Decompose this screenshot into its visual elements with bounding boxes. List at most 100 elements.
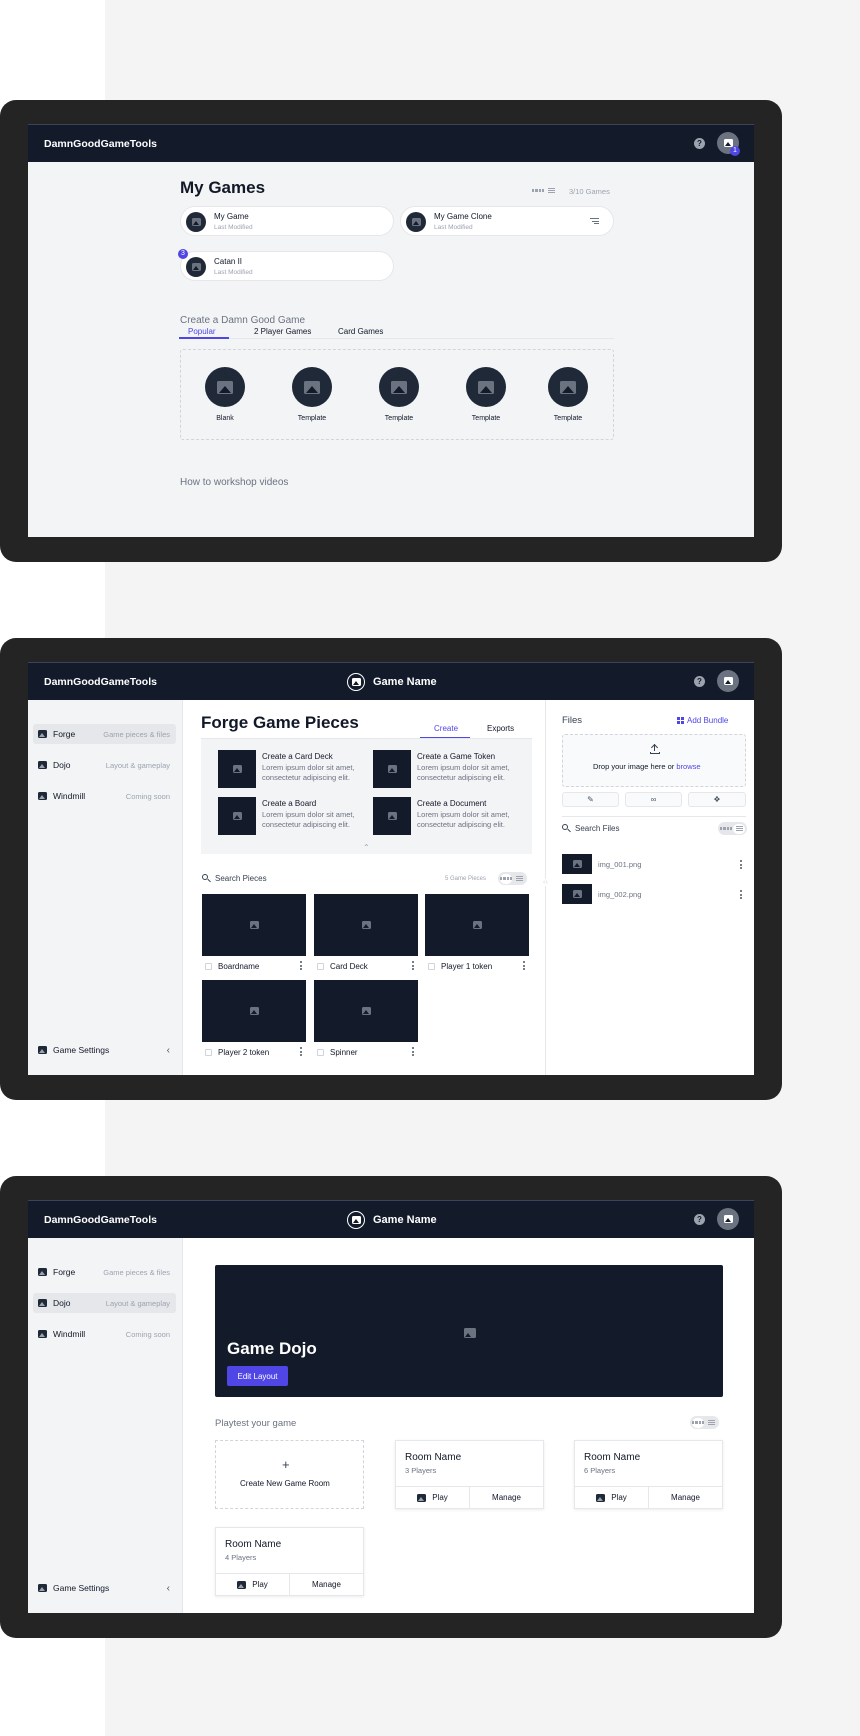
create-room-button[interactable]: + Create New Game Room [215,1440,364,1509]
edit-layout-button[interactable]: Edit Layout [227,1366,288,1386]
dropbox-button[interactable]: ❖ [688,792,746,807]
sidebar-item-dojo[interactable]: Dojo Layout & gameplay [33,755,176,775]
more-icon[interactable] [740,860,742,869]
browse-link[interactable]: browse [676,762,700,771]
brand-logo[interactable]: DamnGoodGameTools [44,138,157,150]
template-blank[interactable]: Blank [195,367,255,422]
grid-view-icon[interactable] [532,186,544,196]
create-document[interactable]: Create a Document Lorem ipsum dolor sit … [373,797,523,835]
help-icon[interactable]: ? [694,1214,705,1225]
piece-card[interactable]: Spinner [314,980,418,1060]
more-icon[interactable] [300,961,302,970]
avatar[interactable]: 1 [717,132,740,156]
tab-2-player-games[interactable]: 2 Player Games [254,327,311,336]
more-icon[interactable] [300,1047,302,1056]
piece-checkbox[interactable] [205,1048,212,1056]
template-item[interactable]: Template [282,367,342,422]
piece-checkbox[interactable] [317,1048,324,1056]
file-row[interactable]: img_002.png [562,884,746,904]
manage-button[interactable]: Manage [289,1574,363,1595]
view-toggle[interactable] [530,184,559,197]
piece-checkbox[interactable] [317,962,324,970]
grid-view-icon[interactable] [692,1417,704,1428]
piece-checkbox[interactable] [428,962,435,970]
avatar[interactable] [717,670,739,692]
sidebar-item-windmill[interactable]: Windmill Coming soon [33,1324,176,1344]
pieces-view-toggle[interactable] [498,872,527,885]
top-bar: DamnGoodGameTools Game Name ? [28,662,754,700]
upload-dropzone[interactable]: Drop your image here or browse [562,734,746,787]
list-view-icon[interactable] [733,823,745,834]
piece-checkbox[interactable] [205,962,212,970]
piece-card[interactable]: Player 1 token [425,894,529,974]
list-view-icon[interactable] [513,874,525,884]
grid-view-icon[interactable] [500,873,512,884]
collapse-panel-icon[interactable]: ⌃ [363,843,370,852]
grid-view-icon[interactable] [720,824,732,834]
edit-button[interactable]: ✎ [562,792,619,807]
create-board[interactable]: Create a Board Lorem ipsum dolor sit ame… [218,797,368,835]
help-icon[interactable]: ? [694,138,705,149]
piece-card[interactable]: Boardname [202,894,306,974]
room-name: Room Name [584,1452,641,1463]
brand-logo[interactable]: DamnGoodGameTools [44,676,157,688]
sidebar-item-forge[interactable]: Forge Game pieces & files [33,724,176,744]
collapse-icon[interactable]: ‹ [167,1583,170,1594]
list-view-icon[interactable] [545,186,557,196]
piece-thumbnail [314,980,418,1042]
game-card-catan-ii[interactable]: 3 Catan II Last Modified [178,249,394,281]
piece-thumbnail [202,980,306,1042]
manage-button[interactable]: Manage [469,1487,543,1508]
manage-button[interactable]: Manage [648,1487,722,1508]
game-card-my-game-clone[interactable]: My Game Clone Last Modified [400,206,614,236]
search-pieces-input[interactable]: Search Pieces [215,874,267,883]
bundle-icon [677,717,684,724]
image-icon [572,860,582,868]
more-icon[interactable] [412,961,414,970]
image-icon [38,792,47,800]
image-icon [38,761,47,769]
sidebar-game-settings[interactable]: Game Settings ‹ [33,1040,176,1060]
tab-popular[interactable]: Popular [188,327,216,336]
sidebar-item-windmill[interactable]: Windmill Coming soon [33,786,176,806]
piece-card[interactable]: Player 2 token [202,980,306,1060]
template-item[interactable]: Template [369,367,429,422]
game-card-my-game[interactable]: My Game Last Modified [180,206,394,236]
play-button[interactable]: Play [216,1574,289,1595]
template-label: Blank [216,415,234,422]
device-frame-dojo: DamnGoodGameTools Game Name ? Forge Game… [0,1176,782,1638]
link-button[interactable]: ∞ [625,792,682,807]
help-icon[interactable]: ? [694,676,705,687]
brand-logo[interactable]: DamnGoodGameTools [44,1214,157,1226]
template-label: Template [471,415,501,422]
more-icon[interactable] [523,961,525,970]
menu-lines-icon[interactable] [590,218,599,224]
template-item[interactable]: Template [456,367,516,422]
collapse-icon[interactable]: ‹ [167,1045,170,1056]
rooms-view-toggle[interactable] [690,1416,719,1429]
play-button[interactable]: Play [575,1487,648,1508]
tab-create[interactable]: Create [434,724,458,733]
more-icon[interactable] [740,890,742,899]
sidebar-game-settings[interactable]: Game Settings ‹ [33,1578,176,1598]
template-item[interactable]: Template [538,367,598,422]
tab-exports[interactable]: Exports [487,724,514,733]
more-icon[interactable] [412,1047,414,1056]
play-button[interactable]: Play [396,1487,469,1508]
image-icon [217,380,233,394]
create-card-deck[interactable]: Create a Card Deck Lorem ipsum dolor sit… [218,750,368,788]
tab-card-games[interactable]: Card Games [338,327,383,336]
list-view-icon[interactable] [705,1418,717,1428]
file-row[interactable]: img_001.png [562,854,746,874]
image-icon [237,1580,247,1589]
sidebar-item-forge[interactable]: Forge Game pieces & files [33,1262,176,1282]
file-thumbnail [562,854,592,874]
add-bundle-button[interactable]: Add Bundle [677,716,728,725]
piece-card[interactable]: Card Deck [314,894,418,974]
files-view-toggle[interactable] [718,822,747,835]
avatar[interactable] [717,1208,739,1230]
search-files-input[interactable]: Search Files [575,824,619,833]
create-game-token[interactable]: Create a Game Token Lorem ipsum dolor si… [373,750,523,788]
hero-title: Game Dojo [227,1339,317,1358]
sidebar-item-dojo[interactable]: Dojo Layout & gameplay [33,1293,176,1313]
